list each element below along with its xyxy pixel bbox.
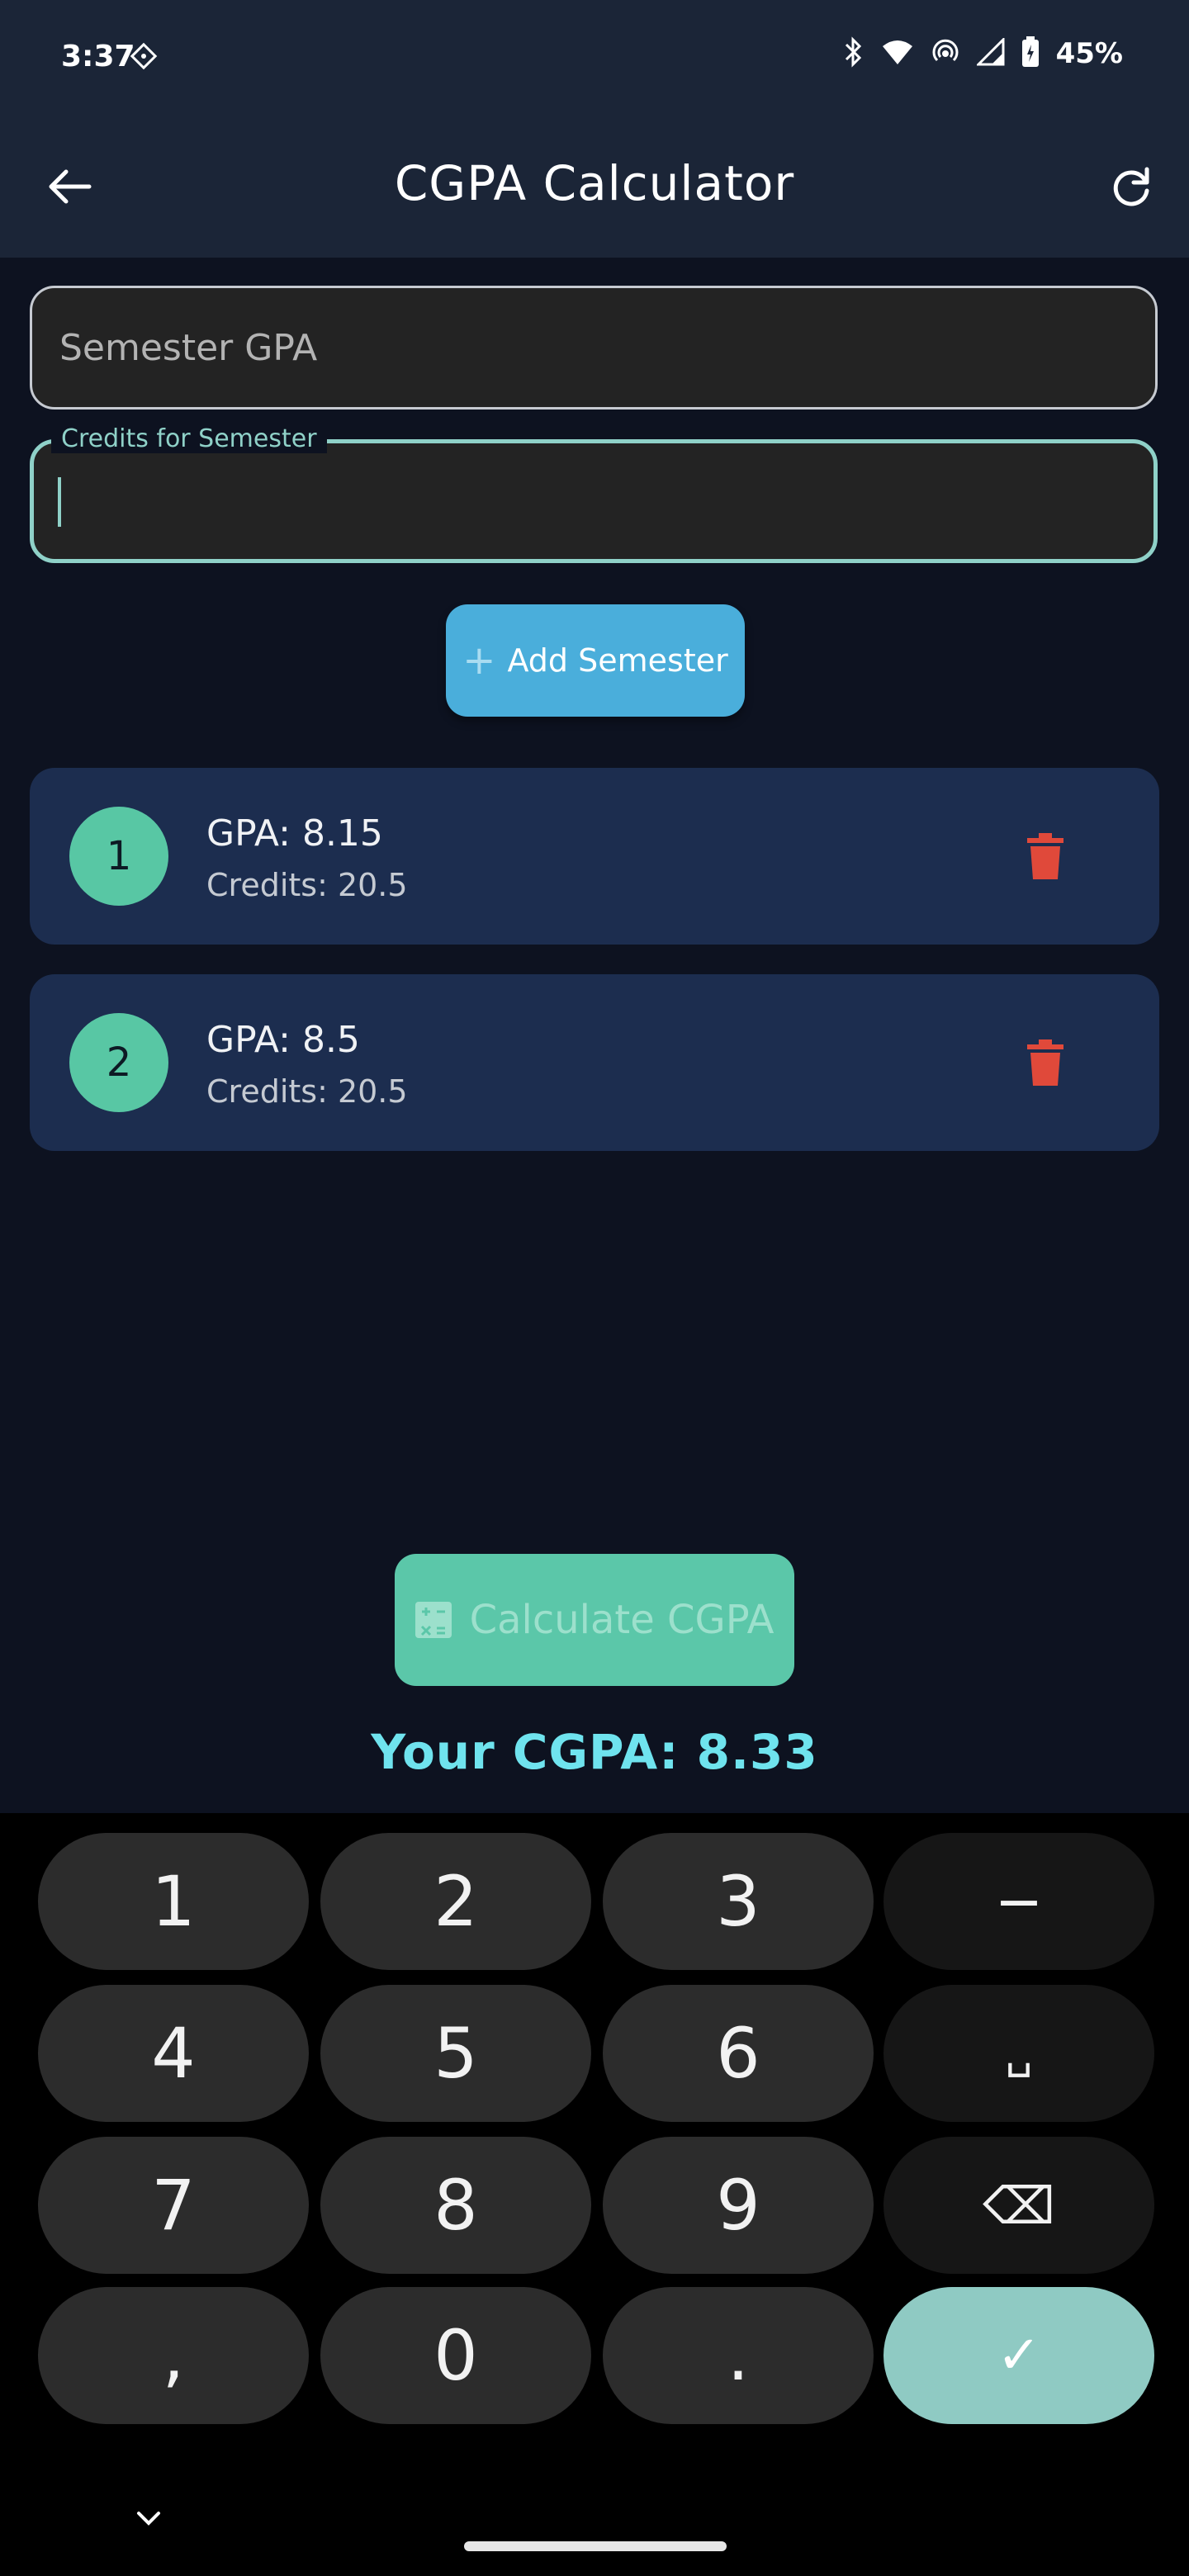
text-cursor — [58, 477, 61, 527]
battery-icon — [1021, 36, 1040, 71]
semester-credits: Credits: 20.5 — [206, 867, 408, 903]
key-8[interactable]: 8 — [320, 2137, 591, 2274]
cgpa-result: Your CGPA: 8.33 — [371, 1724, 818, 1780]
semester-number-badge: 1 — [69, 807, 168, 906]
key-9[interactable]: 9 — [603, 2137, 874, 2274]
chevron-down-icon — [137, 2512, 160, 2526]
plus-icon: + — [462, 637, 496, 684]
key-4[interactable]: 4 — [38, 1985, 309, 2122]
trash-icon — [1027, 833, 1063, 879]
signal-icon — [974, 36, 1005, 69]
semester-gpa: GPA: 8.15 — [206, 812, 383, 855]
key-3[interactable]: 3 — [603, 1833, 874, 1970]
diamond-icon — [129, 41, 159, 71]
delete-semester-button[interactable] — [1021, 827, 1070, 885]
calculator-icon — [414, 1602, 452, 1638]
credits-input[interactable] — [30, 439, 1158, 563]
add-semester-button[interactable]: + Add Semester — [446, 604, 745, 717]
semester-gpa: GPA: 8.5 — [206, 1019, 360, 1061]
key-done[interactable]: ✓ — [883, 2287, 1154, 2424]
wifi-icon — [881, 38, 914, 69]
semester-gpa-placeholder: Semester GPA — [59, 327, 318, 369]
key-space[interactable]: ␣ — [883, 1985, 1154, 2122]
bluetooth-icon — [843, 36, 865, 71]
hotspot-icon — [931, 37, 960, 70]
key-6[interactable]: 6 — [603, 1985, 874, 2122]
page-title: CGPA Calculator — [394, 155, 795, 211]
add-semester-label: Add Semester — [507, 642, 728, 679]
key-comma[interactable]: , — [38, 2287, 309, 2424]
hide-keyboard-button[interactable] — [124, 2493, 173, 2543]
key-1[interactable]: 1 — [38, 1833, 309, 1970]
key-period[interactable]: . — [603, 2287, 874, 2424]
trash-icon — [1027, 1039, 1063, 1086]
semester-card: 2 GPA: 8.5 Credits: 20.5 — [30, 974, 1159, 1151]
key-minus[interactable]: − — [883, 1833, 1154, 1970]
refresh-button[interactable] — [1098, 154, 1164, 220]
semester-credits: Credits: 20.5 — [206, 1073, 408, 1110]
refresh-icon — [1113, 167, 1149, 206]
status-icons: 45% — [843, 36, 1123, 71]
key-5[interactable]: 5 — [320, 1985, 591, 2122]
key-2[interactable]: 2 — [320, 1833, 591, 1970]
credits-label: Credits for Semester — [51, 424, 327, 453]
delete-semester-button[interactable] — [1021, 1034, 1070, 1091]
calculate-cgpa-label: Calculate CGPA — [469, 1597, 775, 1643]
key-backspace[interactable]: ⌫ — [883, 2137, 1154, 2274]
battery-percent: 45% — [1055, 37, 1123, 70]
semester-number-badge: 2 — [69, 1013, 168, 1112]
calculate-cgpa-button[interactable]: Calculate CGPA — [395, 1554, 794, 1686]
status-time: 3:37 — [61, 40, 135, 73]
key-7[interactable]: 7 — [38, 2137, 309, 2274]
semester-card: 1 GPA: 8.15 Credits: 20.5 — [30, 768, 1159, 945]
key-0[interactable]: 0 — [320, 2287, 591, 2424]
home-indicator[interactable] — [464, 2541, 727, 2551]
